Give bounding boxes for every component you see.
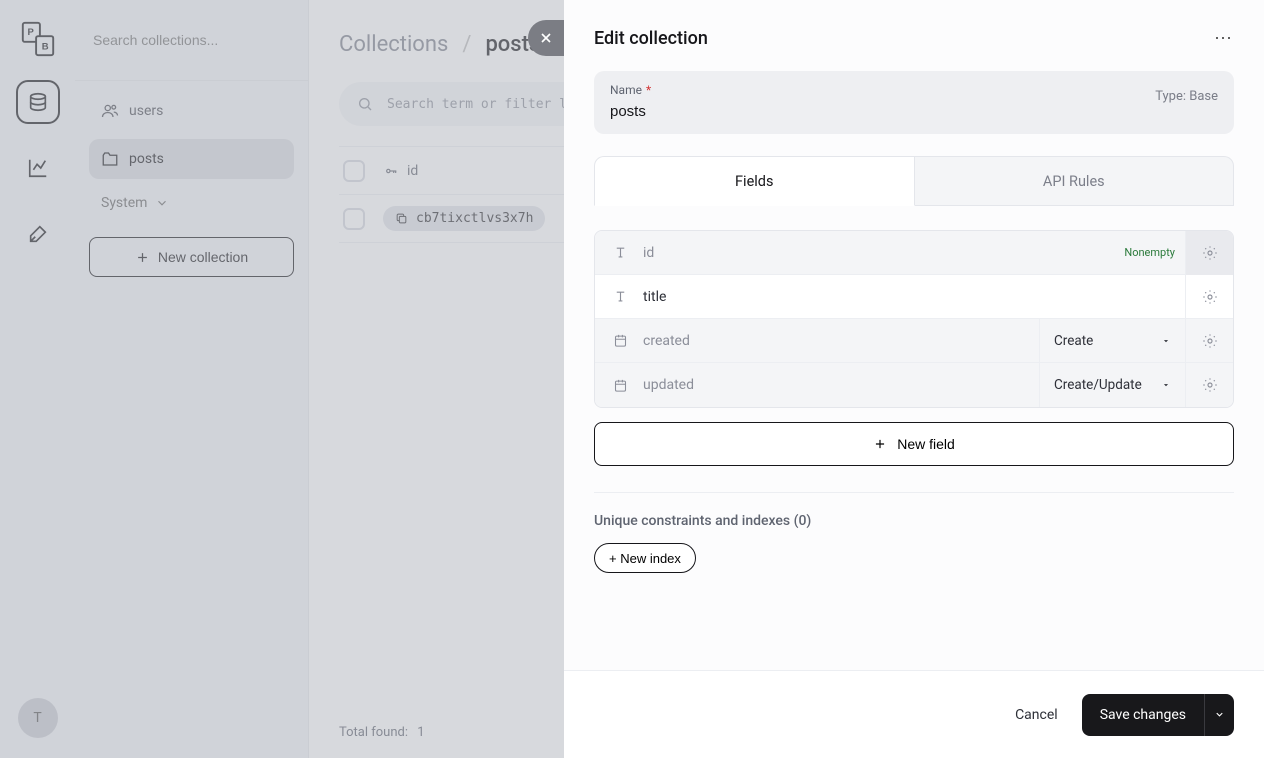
field-name: id <box>643 245 1124 261</box>
date-field-icon <box>611 378 629 393</box>
new-collection-button[interactable]: New collection <box>89 237 294 277</box>
tab-fields[interactable]: Fields <box>594 156 915 206</box>
collections-sidebar: users posts System New collection <box>75 0 309 758</box>
system-label: System <box>101 195 147 211</box>
panel-header: Edit collection ⋯ <box>564 0 1264 71</box>
row-checkbox[interactable] <box>343 208 365 230</box>
select-value: Create <box>1054 333 1093 349</box>
fields-list: ⠿ id Nonempty title <box>594 230 1234 408</box>
autodate-select[interactable]: Create <box>1039 319 1185 363</box>
nav-settings[interactable] <box>16 212 60 256</box>
field-settings-button[interactable] <box>1185 275 1233 319</box>
column-id[interactable]: id <box>383 163 418 179</box>
save-dropdown-button[interactable] <box>1204 694 1234 736</box>
section-divider <box>594 492 1234 493</box>
panel-tabs: Fields API Rules <box>594 156 1234 206</box>
breadcrumb-sep: / <box>462 32 471 57</box>
collection-name-field[interactable]: Name * Type: Base <box>594 71 1234 134</box>
save-button[interactable]: Save changes <box>1082 694 1204 736</box>
new-collection-label: New collection <box>158 249 248 265</box>
field-name: title <box>643 289 1185 305</box>
search-placeholder-text: Search term or filter lik <box>387 97 583 112</box>
constraints-heading: Unique constraints and indexes (0) <box>594 513 1234 529</box>
new-index-button[interactable]: + New index <box>594 543 696 573</box>
sidebar-item-users[interactable]: users <box>89 91 294 131</box>
select-value: Create/Update <box>1054 377 1142 393</box>
logo: P B <box>19 20 57 58</box>
svg-text:P: P <box>27 27 34 38</box>
tab-api-rules[interactable]: API Rules <box>915 156 1235 206</box>
new-field-button[interactable]: New field <box>594 422 1234 466</box>
date-field-icon <box>611 333 629 348</box>
column-id-label: id <box>407 163 418 179</box>
search-collections-input[interactable] <box>93 32 290 48</box>
nonempty-badge: Nonempty <box>1124 246 1175 259</box>
sidebar-item-posts[interactable]: posts <box>89 139 294 179</box>
collection-name-input[interactable] <box>610 103 1036 120</box>
required-asterisk: * <box>646 83 651 97</box>
sidebar-system-toggle[interactable]: System <box>89 187 294 219</box>
autodate-select[interactable]: Create/Update <box>1039 363 1185 407</box>
field-settings-button[interactable] <box>1185 319 1233 363</box>
panel-options-button[interactable]: ⋯ <box>1214 28 1234 49</box>
sidebar-item-label: users <box>129 103 163 119</box>
avatar[interactable]: T <box>18 698 58 738</box>
name-label: Name <box>610 83 642 97</box>
save-button-group: Save changes <box>1082 694 1234 736</box>
panel-title: Edit collection <box>594 28 708 49</box>
nav-logs[interactable] <box>16 146 60 190</box>
new-field-label: New field <box>897 436 955 452</box>
field-row-created[interactable]: created Create <box>595 319 1233 363</box>
app-sidebar: P B T <box>0 0 75 758</box>
field-row-updated[interactable]: updated Create/Update <box>595 363 1233 407</box>
edit-collection-panel: Edit collection ⋯ Name * Type: Base Fiel… <box>564 0 1264 758</box>
nav-collections[interactable] <box>16 80 60 124</box>
text-field-icon <box>611 289 629 304</box>
total-found-count: 1 <box>417 725 424 740</box>
collection-type-label: Type: Base <box>1155 89 1218 104</box>
cancel-button[interactable]: Cancel <box>1011 697 1062 733</box>
panel-footer: Cancel Save changes <box>564 670 1264 758</box>
sidebar-item-label: posts <box>129 151 164 167</box>
sidebar-search <box>75 0 308 80</box>
record-id-text: cb7tixctlvs3x7h <box>416 211 533 226</box>
field-settings-button[interactable] <box>1185 231 1233 275</box>
total-found-label: Total found: <box>339 725 408 740</box>
field-name: created <box>643 333 1039 349</box>
field-row-title[interactable]: title <box>595 275 1233 319</box>
svg-text:B: B <box>41 41 48 52</box>
total-found: Total found: 1 <box>339 725 425 740</box>
text-field-icon <box>611 245 629 260</box>
field-settings-button[interactable] <box>1185 363 1233 407</box>
field-name: updated <box>643 377 1039 393</box>
close-panel-button[interactable] <box>528 20 564 56</box>
breadcrumb-root[interactable]: Collections <box>339 32 448 57</box>
record-id-pill[interactable]: cb7tixctlvs3x7h <box>383 206 545 231</box>
select-all-checkbox[interactable] <box>343 160 365 182</box>
field-row-id[interactable]: ⠿ id Nonempty <box>595 231 1233 275</box>
